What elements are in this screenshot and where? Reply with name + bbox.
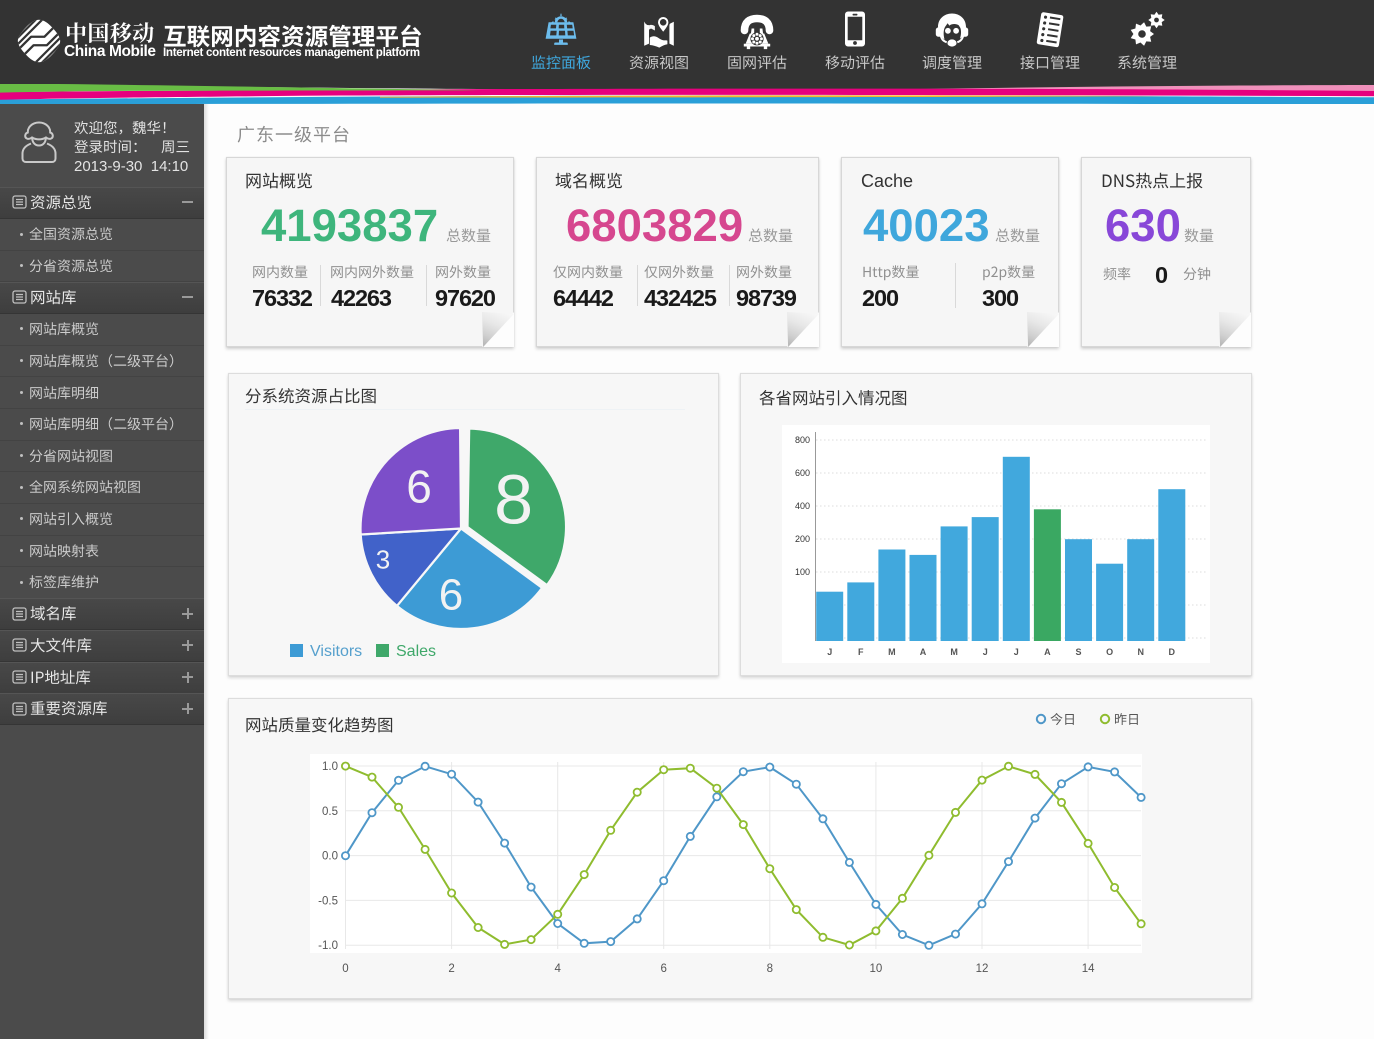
svg-text:98739: 98739: [736, 285, 797, 311]
svg-text:100: 100: [795, 567, 810, 577]
svg-text:630: 630: [1105, 200, 1181, 251]
svg-text:76332: 76332: [252, 285, 313, 311]
svg-text:J: J: [827, 647, 832, 657]
svg-text:J: J: [983, 647, 988, 657]
svg-text:M: M: [950, 647, 958, 657]
svg-text:2: 2: [448, 963, 454, 975]
svg-text:14: 14: [1082, 963, 1095, 975]
svg-text:12: 12: [976, 963, 989, 975]
svg-text:0: 0: [342, 963, 348, 975]
svg-text:J: J: [1014, 647, 1019, 657]
svg-text:A: A: [1044, 647, 1051, 657]
svg-text:0: 0: [1155, 262, 1168, 288]
svg-text:6: 6: [660, 963, 666, 975]
svg-text:D: D: [1169, 647, 1176, 657]
svg-text:0.5: 0.5: [322, 806, 338, 818]
svg-text:F: F: [858, 647, 864, 657]
svg-text:200: 200: [795, 534, 810, 544]
svg-text:8: 8: [767, 963, 773, 975]
svg-text:42263: 42263: [331, 285, 392, 311]
svg-text:N: N: [1137, 647, 1144, 657]
svg-text:6: 6: [406, 461, 432, 513]
svg-text:0.0: 0.0: [322, 851, 338, 863]
svg-text:A: A: [920, 647, 927, 657]
svg-text:600: 600: [795, 468, 810, 478]
svg-text:10: 10: [870, 963, 883, 975]
svg-text:300: 300: [982, 285, 1019, 311]
svg-text:64442: 64442: [553, 285, 614, 311]
svg-text:8: 8: [494, 461, 533, 539]
svg-text:6: 6: [439, 570, 463, 619]
svg-text:4: 4: [554, 963, 561, 975]
svg-text:4193837: 4193837: [261, 200, 438, 251]
svg-text:Sales: Sales: [396, 643, 436, 660]
svg-text:-0.5: -0.5: [318, 895, 338, 907]
svg-text:1.0: 1.0: [322, 761, 338, 773]
svg-text:432425: 432425: [644, 285, 717, 311]
svg-text:S: S: [1075, 647, 1081, 657]
svg-text:400: 400: [795, 501, 810, 511]
svg-text:Visitors: Visitors: [310, 643, 362, 660]
svg-text:6803829: 6803829: [566, 200, 743, 251]
svg-text:200: 200: [862, 285, 899, 311]
svg-text:800: 800: [795, 435, 810, 445]
svg-text:40023: 40023: [863, 200, 990, 251]
svg-text:O: O: [1106, 647, 1113, 657]
svg-text:3: 3: [376, 544, 390, 574]
svg-text:97620: 97620: [435, 285, 496, 311]
svg-text:M: M: [888, 647, 896, 657]
svg-text:-1.0: -1.0: [318, 940, 338, 952]
